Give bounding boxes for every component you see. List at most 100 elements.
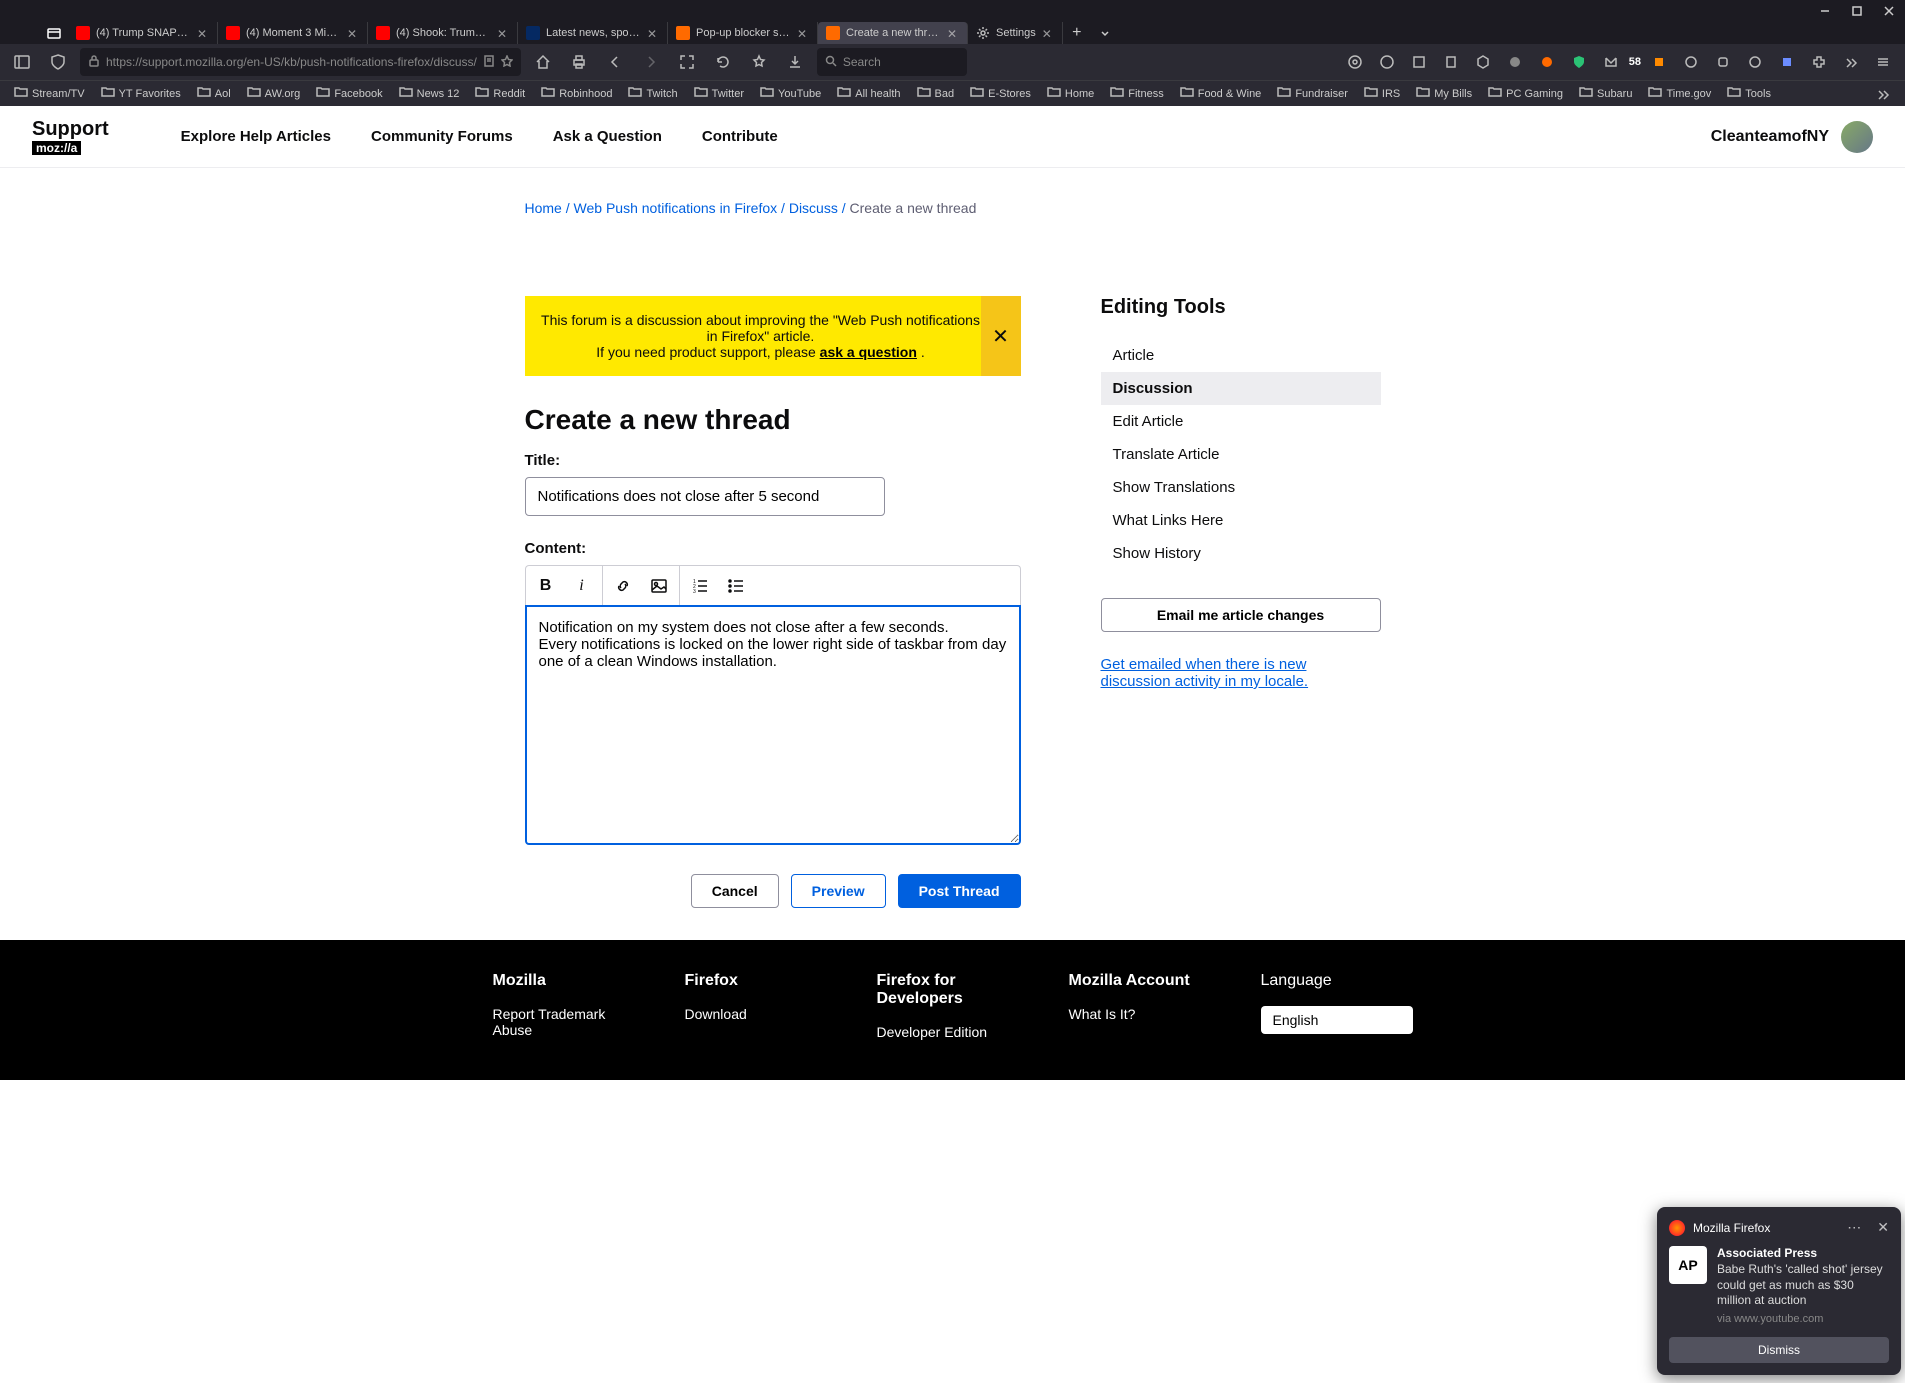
extension-icon[interactable]: [1773, 48, 1801, 76]
reload-button[interactable]: [709, 48, 737, 76]
title-input[interactable]: [525, 477, 885, 516]
tab-close-button[interactable]: ✕: [497, 27, 509, 39]
nav-forward-button[interactable]: [637, 48, 665, 76]
username-label[interactable]: CleanteamofNY: [1711, 128, 1829, 146]
tab-close-button[interactable]: ✕: [197, 27, 209, 39]
footer-link[interactable]: Report Trademark Abuse: [493, 1006, 645, 1038]
extension-icon[interactable]: [1533, 48, 1561, 76]
new-tab-button[interactable]: +: [1063, 22, 1091, 44]
nav-back-button[interactable]: [601, 48, 629, 76]
editing-tool-item[interactable]: Show Translations: [1101, 471, 1381, 504]
browser-tab[interactable]: Latest news, sport and opinion✕: [518, 22, 668, 44]
bookmark-item[interactable]: Stream/TV: [8, 83, 91, 104]
ask-question-link[interactable]: ask a question: [820, 344, 917, 360]
editing-tool-item[interactable]: Show History: [1101, 537, 1381, 570]
bookmark-item[interactable]: Robinhood: [535, 83, 618, 104]
extension-icon[interactable]: [1437, 48, 1465, 76]
extension-icon[interactable]: [1597, 48, 1625, 76]
window-close-button[interactable]: [1881, 3, 1897, 19]
footer-link[interactable]: Developer Edition: [877, 1024, 1029, 1040]
window-maximize-button[interactable]: [1849, 3, 1865, 19]
site-logo[interactable]: Support moz://a: [32, 118, 109, 155]
shield-icon[interactable]: [44, 48, 72, 76]
downloads-button[interactable]: [781, 48, 809, 76]
fullscreen-button[interactable]: [673, 48, 701, 76]
tab-close-button[interactable]: ✕: [947, 27, 959, 39]
browser-tab[interactable]: Create a new thread | Web Push✕: [818, 22, 968, 44]
post-thread-button[interactable]: Post Thread: [898, 874, 1021, 908]
subscribe-locale-link[interactable]: Get emailed when there is new discussion…: [1101, 656, 1381, 690]
bookmarks-overflow-button[interactable]: [1869, 80, 1897, 106]
url-bar[interactable]: https://support.mozilla.org/en-US/kb/pus…: [80, 48, 521, 76]
notification-close-button[interactable]: ✕: [1877, 1219, 1889, 1236]
nav-link[interactable]: Community Forums: [371, 128, 513, 145]
extension-icon[interactable]: [1469, 48, 1497, 76]
extension-icon[interactable]: [1405, 48, 1433, 76]
ordered-list-button[interactable]: 123: [688, 574, 712, 598]
bookmark-item[interactable]: Aol: [191, 83, 237, 104]
notification-dismiss-button[interactable]: Dismiss: [1669, 1337, 1889, 1363]
extension-icon[interactable]: [1741, 48, 1769, 76]
editing-tool-item[interactable]: Article: [1101, 339, 1381, 372]
reader-mode-icon[interactable]: [483, 55, 495, 70]
bookmark-item[interactable]: Time.gov: [1642, 83, 1717, 104]
tab-close-button[interactable]: ✕: [1042, 27, 1054, 39]
breadcrumb-discuss[interactable]: Discuss: [789, 200, 838, 216]
unordered-list-button[interactable]: [724, 574, 748, 598]
bookmark-item[interactable]: PC Gaming: [1482, 83, 1569, 104]
save-pocket-button[interactable]: [745, 48, 773, 76]
editing-tool-item[interactable]: Translate Article: [1101, 438, 1381, 471]
app-menu-button[interactable]: [1869, 48, 1897, 76]
preview-button[interactable]: Preview: [791, 874, 886, 908]
window-minimize-button[interactable]: [1817, 3, 1833, 19]
bookmark-item[interactable]: All health: [831, 83, 906, 104]
tab-list-button[interactable]: [1091, 22, 1119, 44]
bookmark-item[interactable]: Twitter: [688, 83, 750, 104]
notification-headline[interactable]: Babe Ruth's 'called shot' jersey could g…: [1717, 1262, 1889, 1309]
print-button[interactable]: [565, 48, 593, 76]
cancel-button[interactable]: Cancel: [691, 874, 779, 908]
bookmark-item[interactable]: Reddit: [469, 83, 531, 104]
banner-close-button[interactable]: ✕: [981, 296, 1021, 376]
bookmark-item[interactable]: Fitness: [1104, 83, 1169, 104]
browser-tab[interactable]: Pop-up blocker settings, excep✕: [668, 22, 818, 44]
bookmark-item[interactable]: My Bills: [1410, 83, 1478, 104]
nav-link[interactable]: Explore Help Articles: [181, 128, 331, 145]
bookmark-item[interactable]: Fundraiser: [1271, 83, 1354, 104]
footer-link[interactable]: Download: [685, 1006, 837, 1022]
bookmark-item[interactable]: YT Favorites: [95, 83, 187, 104]
bookmark-item[interactable]: News 12: [393, 83, 466, 104]
notification-menu-button[interactable]: ⋯: [1847, 1219, 1861, 1236]
email-changes-button[interactable]: Email me article changes: [1101, 598, 1381, 632]
bookmark-item[interactable]: Food & Wine: [1174, 83, 1268, 104]
extensions-button[interactable]: [1805, 48, 1833, 76]
bookmark-item[interactable]: YouTube: [754, 83, 827, 104]
link-button[interactable]: [611, 574, 635, 598]
italic-button[interactable]: i: [570, 574, 594, 598]
browser-tab[interactable]: Settings✕: [968, 22, 1063, 44]
editing-tool-item[interactable]: What Links Here: [1101, 504, 1381, 537]
tab-close-button[interactable]: ✕: [797, 27, 809, 39]
nav-link[interactable]: Ask a Question: [553, 128, 662, 145]
browser-tab[interactable]: (4) Moment 3 Michigan mall g✕: [218, 22, 368, 44]
notification-count-badge[interactable]: 58: [1629, 56, 1641, 68]
nav-link[interactable]: Contribute: [702, 128, 778, 145]
breadcrumb-home[interactable]: Home: [525, 200, 562, 216]
editing-tool-item[interactable]: Edit Article: [1101, 405, 1381, 438]
overflow-button[interactable]: [1837, 48, 1865, 76]
bookmark-item[interactable]: Twitch: [622, 83, 683, 104]
extension-icon[interactable]: [1501, 48, 1529, 76]
home-button[interactable]: [529, 48, 557, 76]
bookmark-item[interactable]: E-Stores: [964, 83, 1037, 104]
extension-icon[interactable]: [1565, 48, 1593, 76]
tab-close-button[interactable]: ✕: [647, 27, 659, 39]
extension-icon[interactable]: [1645, 48, 1673, 76]
browser-tab[interactable]: (4) Trump SNAPS, LOSES IT ov✕: [68, 22, 218, 44]
bookmark-item[interactable]: Bad: [911, 83, 961, 104]
bookmark-item[interactable]: Subaru: [1573, 83, 1638, 104]
recent-history-button[interactable]: [40, 22, 68, 44]
image-button[interactable]: [647, 574, 671, 598]
footer-link[interactable]: What Is It?: [1069, 1006, 1221, 1022]
bookmark-star-icon[interactable]: [501, 55, 513, 70]
sidebar-button[interactable]: [8, 48, 36, 76]
